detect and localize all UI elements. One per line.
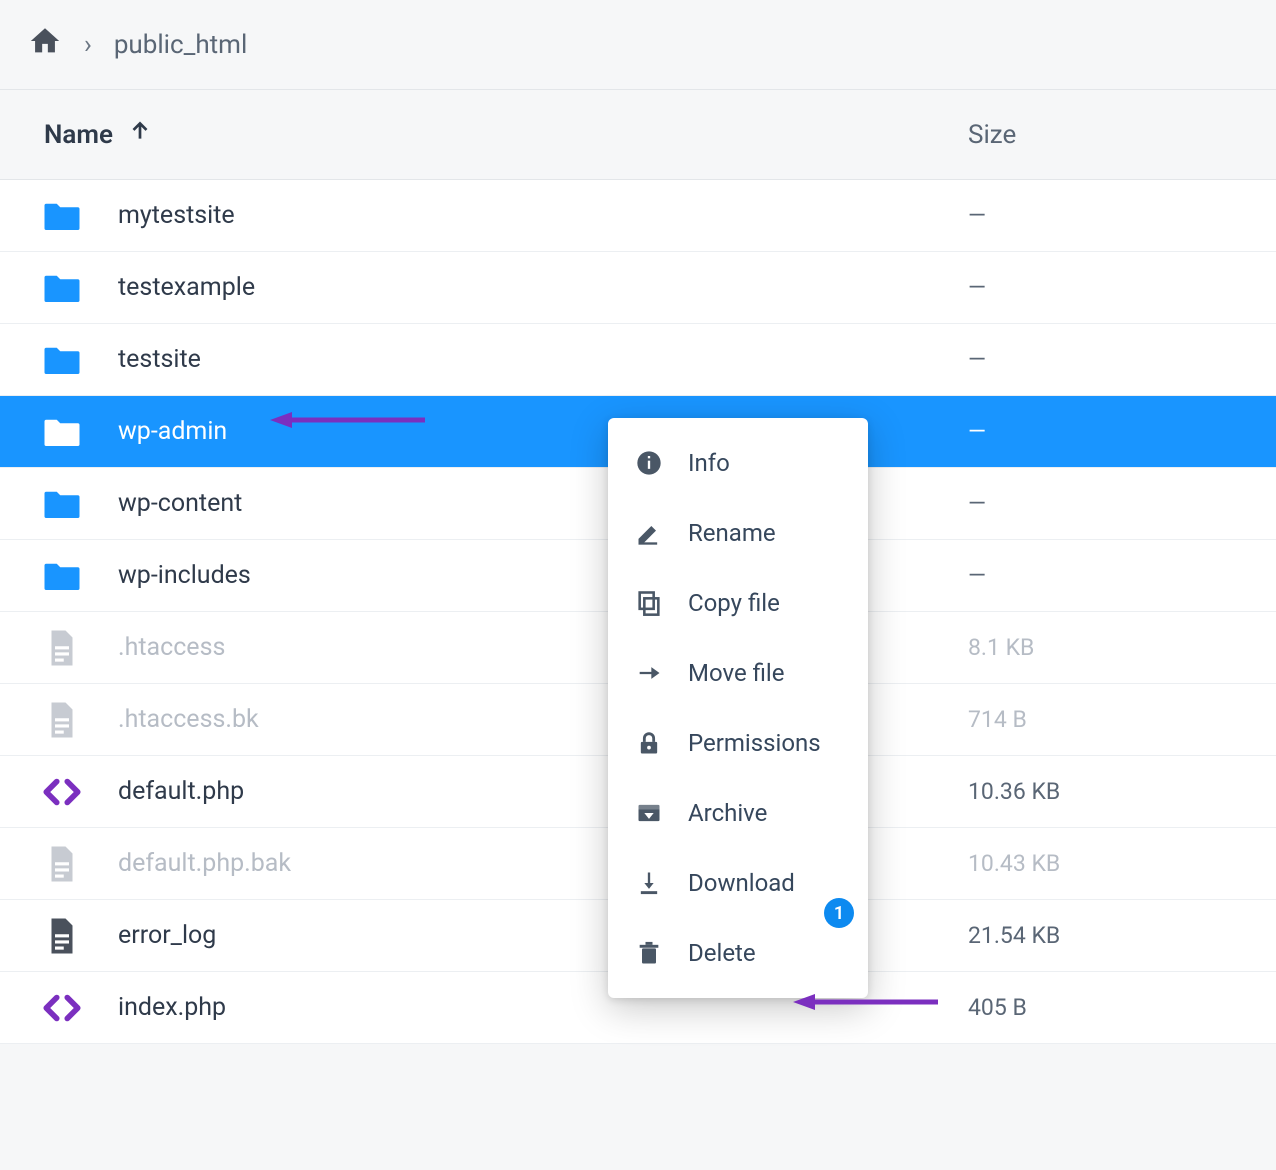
move-icon: [634, 658, 664, 688]
file-name: default.php: [118, 777, 244, 806]
file-name: testexample: [118, 273, 255, 302]
table-row[interactable]: testsite —: [0, 324, 1276, 396]
context-menu: Info Rename Copy file Move file Permissions A…: [608, 418, 868, 998]
context-menu-info[interactable]: Info: [608, 428, 868, 498]
file-name: index.php: [118, 993, 226, 1022]
file-icon: [40, 626, 84, 670]
file-size: —: [968, 490, 1248, 517]
folder-icon: [40, 482, 84, 526]
file-name: .htaccess: [118, 633, 225, 662]
folder-icon: [40, 554, 84, 598]
breadcrumb: › public_html: [0, 0, 1276, 90]
chevron-right-icon: ›: [84, 30, 92, 60]
column-size-label: Size: [968, 120, 1016, 150]
row-name-cell: mytestsite: [40, 194, 968, 238]
code-icon: [40, 770, 84, 814]
breadcrumb-current[interactable]: public_html: [114, 30, 247, 60]
file-size: —: [968, 274, 1248, 301]
file-icon: [40, 842, 84, 886]
context-menu-label: Delete: [688, 939, 756, 967]
file-size: —: [968, 346, 1248, 373]
folder-icon: [40, 194, 84, 238]
file-size: 10.36 KB: [968, 778, 1248, 805]
column-name-label: Name: [44, 120, 113, 150]
file-name: wp-content: [118, 489, 242, 518]
file-name: testsite: [118, 345, 201, 374]
file-icon: [40, 914, 84, 958]
code-icon: [40, 986, 84, 1030]
table-header: Name Size: [0, 90, 1276, 180]
context-menu-label: Archive: [688, 799, 767, 827]
context-menu-label: Rename: [688, 519, 776, 547]
context-menu-move[interactable]: Move file: [608, 638, 868, 708]
column-header-size[interactable]: Size: [968, 120, 1248, 150]
delete-icon: [634, 938, 664, 968]
perm-icon: [634, 728, 664, 758]
context-menu-archive[interactable]: Archive: [608, 778, 868, 848]
context-menu-label: Permissions: [688, 729, 821, 757]
file-size: 21.54 KB: [968, 922, 1248, 949]
context-menu-label: Copy file: [688, 589, 780, 617]
home-icon[interactable]: [28, 24, 62, 65]
file-size: —: [968, 562, 1248, 589]
file-size: —: [968, 202, 1248, 229]
file-size: 405 B: [968, 994, 1248, 1021]
file-name: wp-admin: [118, 417, 227, 446]
row-name-cell: testsite: [40, 338, 968, 382]
sort-ascending-icon: [127, 118, 153, 151]
context-menu-perm[interactable]: Permissions: [608, 708, 868, 778]
folder-icon: [40, 338, 84, 382]
file-name: .htaccess.bk: [118, 705, 259, 734]
file-size: 10.43 KB: [968, 850, 1248, 877]
download-icon: [634, 868, 664, 898]
file-size: 714 B: [968, 706, 1248, 733]
context-menu-label: Move file: [688, 659, 784, 687]
archive-icon: [634, 798, 664, 828]
file-name: mytestsite: [118, 201, 235, 230]
file-name: error_log: [118, 921, 216, 950]
folder-icon: [40, 266, 84, 310]
info-icon: [634, 448, 664, 478]
table-row[interactable]: testexample —: [0, 252, 1276, 324]
folder-icon: [40, 410, 84, 454]
context-menu-delete[interactable]: Delete: [608, 918, 868, 988]
table-row[interactable]: mytestsite —: [0, 180, 1276, 252]
file-size: —: [968, 418, 1248, 445]
row-name-cell: testexample: [40, 266, 968, 310]
file-name: default.php.bak: [118, 849, 291, 878]
file-name: wp-includes: [118, 561, 251, 590]
rename-icon: [634, 518, 664, 548]
context-menu-download[interactable]: Download1: [608, 848, 868, 918]
file-size: 8.1 KB: [968, 634, 1248, 661]
file-icon: [40, 698, 84, 742]
context-menu-copy[interactable]: Copy file: [608, 568, 868, 638]
copy-icon: [634, 588, 664, 618]
column-header-name[interactable]: Name: [44, 118, 968, 151]
context-menu-rename[interactable]: Rename: [608, 498, 868, 568]
context-menu-label: Info: [688, 449, 730, 477]
context-menu-label: Download: [688, 869, 795, 897]
